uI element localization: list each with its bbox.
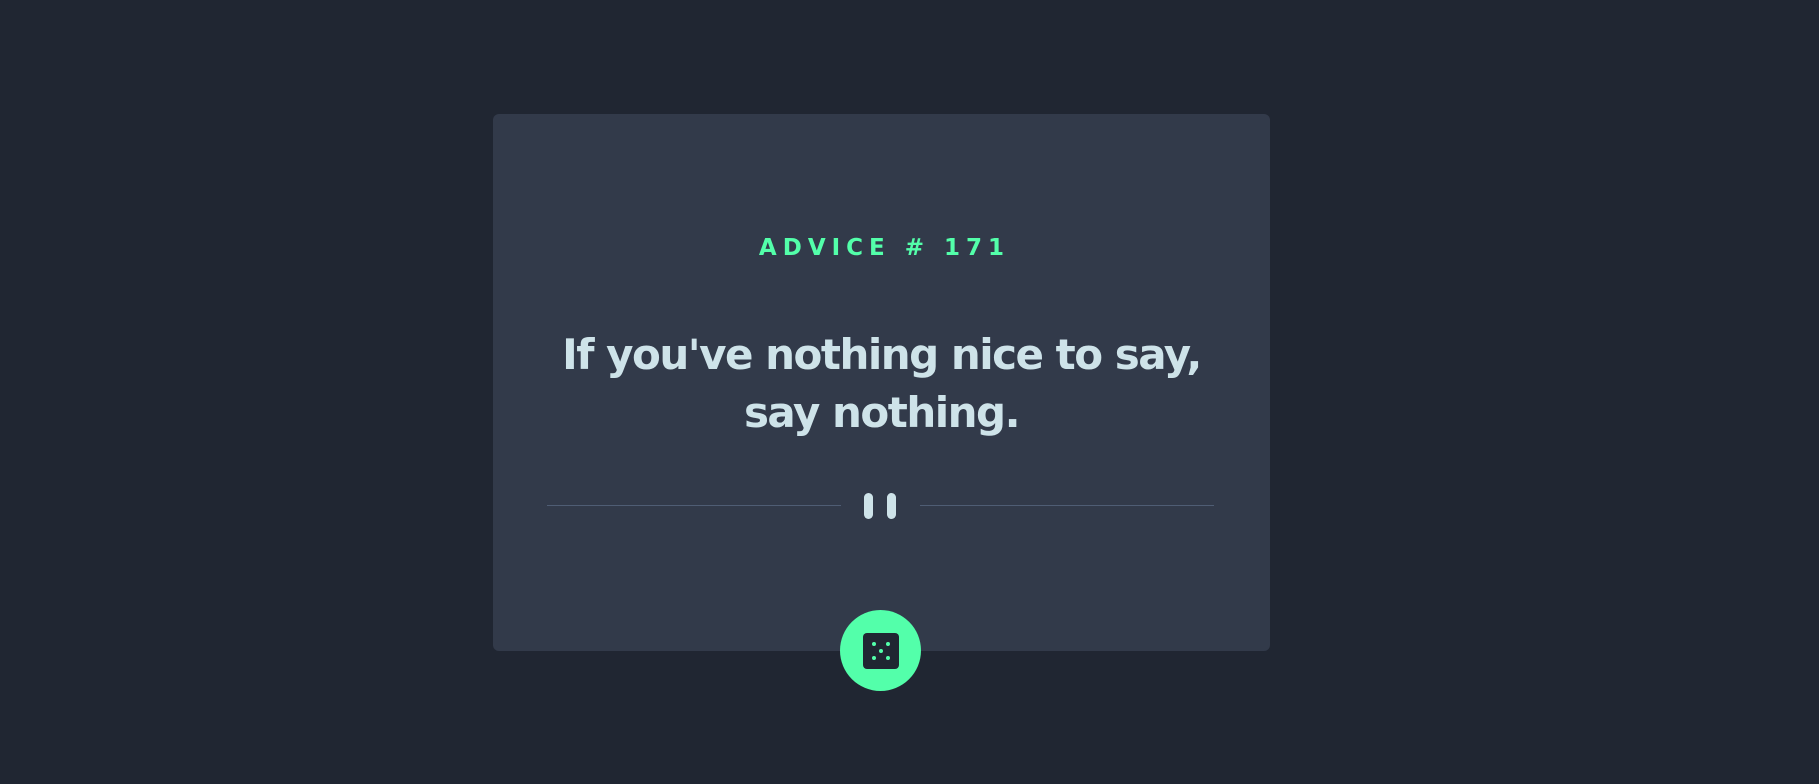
dice-icon xyxy=(862,632,899,669)
advice-card: ADVICE # 171 If you've nothing nice to s… xyxy=(493,114,1270,651)
generate-advice-button[interactable] xyxy=(840,610,921,691)
divider-line-left xyxy=(547,505,841,506)
divider-line-right xyxy=(920,505,1214,506)
pause-icon xyxy=(864,493,896,519)
advice-quote: If you've nothing nice to say, say nothi… xyxy=(562,330,1202,437)
advice-number: ADVICE # 171 xyxy=(758,235,1011,261)
divider xyxy=(547,493,1214,519)
